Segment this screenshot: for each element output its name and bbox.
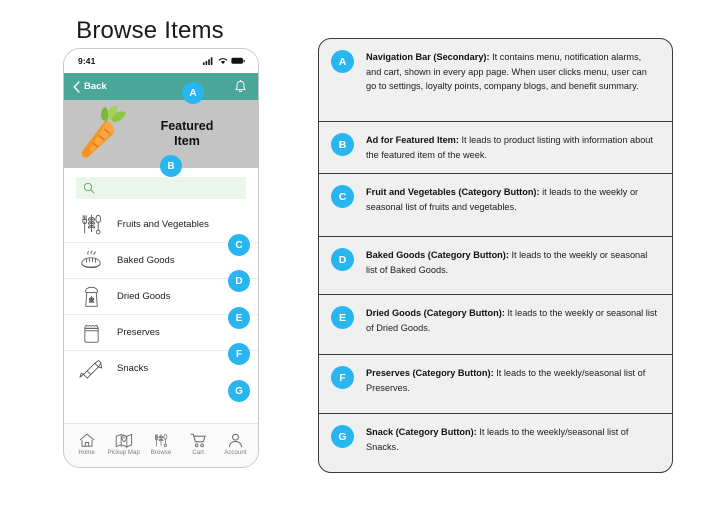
back-button[interactable]: Back xyxy=(73,80,107,93)
annotation-legend-panel: A Navigation Bar (Secondary): It contain… xyxy=(318,38,673,473)
notification-bell-icon[interactable] xyxy=(234,79,247,94)
callout-badge-b: B xyxy=(160,155,182,177)
page-title: Browse Items xyxy=(76,17,224,44)
tab-label: Browse xyxy=(150,450,172,456)
callout-badge-d: D xyxy=(228,270,250,292)
legend-badge-d: D xyxy=(331,248,354,271)
bottom-tab-bar: Home Pickup Map Browse Cart Account xyxy=(64,423,258,467)
status-bar: 9:41 xyxy=(64,49,258,73)
legend-badge-e: E xyxy=(331,306,354,329)
legend-text-a: Navigation Bar (Secondary): It contains … xyxy=(366,49,659,94)
tab-home[interactable]: Home xyxy=(68,433,105,456)
legend-row-b: B Ad for Featured Item: It leads to prod… xyxy=(319,121,672,173)
legend-text-g: Snack (Category Button): It leads to the… xyxy=(366,424,659,454)
search-input[interactable] xyxy=(76,177,246,199)
legend-text-c: Fruit and Vegetables (Category Button): … xyxy=(366,184,659,214)
tab-label: Cart xyxy=(192,450,205,456)
callout-badge-f: F xyxy=(228,343,250,365)
tab-cart[interactable]: Cart xyxy=(180,433,217,456)
legend-title-d: Baked Goods (Category Button): xyxy=(366,250,509,260)
category-label: Snacks xyxy=(117,363,149,374)
legend-row-g: G Snack (Category Button): It leads to t… xyxy=(319,413,672,471)
wifi-icon xyxy=(218,58,227,65)
phone-mockup-column: Browse Items 9:41 Back Featured Item Fru… xyxy=(0,0,300,515)
back-label: Back xyxy=(84,81,107,92)
featured-item-ad[interactable]: Featured Item xyxy=(64,100,258,168)
legend-text-e: Dried Goods (Category Button): It leads … xyxy=(366,305,659,335)
carrot-icon xyxy=(81,105,126,158)
legend-badge-c: C xyxy=(331,185,354,208)
status-time: 9:41 xyxy=(78,56,96,66)
legend-badge-a: A xyxy=(331,50,354,73)
secondary-navigation-bar[interactable]: Back xyxy=(64,73,258,100)
tab-account[interactable]: Account xyxy=(217,433,254,456)
snack-bar-icon xyxy=(74,359,108,379)
map-pin-icon xyxy=(115,433,132,448)
legend-row-f: F Preserves (Category Button): It leads … xyxy=(319,354,672,413)
tab-label: Pickup Map xyxy=(107,450,140,456)
legend-badge-f: F xyxy=(331,366,354,389)
grain-sack-icon xyxy=(74,285,108,309)
shopping-cart-icon xyxy=(190,433,206,448)
search-icon xyxy=(83,182,95,194)
legend-title-e: Dried Goods (Category Button): xyxy=(366,308,505,318)
callout-badge-e: E xyxy=(228,307,250,329)
legend-row-c: C Fruit and Vegetables (Category Button)… xyxy=(319,173,672,236)
tab-browse[interactable]: Browse xyxy=(142,433,179,456)
search-section xyxy=(64,168,258,206)
callout-badge-g: G xyxy=(228,380,250,402)
category-label: Baked Goods xyxy=(117,255,175,266)
legend-text-b: Ad for Featured Item: It leads to produc… xyxy=(366,132,659,162)
chevron-left-icon xyxy=(73,80,80,93)
legend-title-f: Preserves (Category Button): xyxy=(366,368,494,378)
legend-badge-b: B xyxy=(331,133,354,156)
legend-row-a: A Navigation Bar (Secondary): It contain… xyxy=(319,39,672,121)
category-label: Preserves xyxy=(117,327,160,338)
category-row-fruits-vegetables[interactable]: Fruits and Vegetables xyxy=(64,206,258,242)
phone-frame: 9:41 Back Featured Item Fruits and Veget… xyxy=(63,48,259,468)
cellular-signal-icon xyxy=(203,57,213,65)
legend-text-d: Baked Goods (Category Button): It leads … xyxy=(366,247,659,277)
battery-icon xyxy=(231,57,245,64)
legend-badge-g: G xyxy=(331,425,354,448)
callout-badge-a: A xyxy=(182,82,204,104)
legend-row-e: E Dried Goods (Category Button): It lead… xyxy=(319,294,672,354)
legend-title-g: Snack (Category Button): xyxy=(366,427,477,437)
legend-title-a: Navigation Bar (Secondary): xyxy=(366,52,490,62)
tab-pickup-map[interactable]: Pickup Map xyxy=(105,433,142,456)
legend-title-c: Fruit and Vegetables (Category Button): xyxy=(366,187,540,197)
callout-badge-c: C xyxy=(228,234,250,256)
home-icon xyxy=(79,433,94,447)
legend-text-f: Preserves (Category Button): It leads to… xyxy=(366,365,659,395)
legend-title-b: Ad for Featured Item: xyxy=(366,135,459,145)
person-icon xyxy=(228,433,242,448)
jam-jar-icon xyxy=(74,321,108,344)
category-label: Dried Goods xyxy=(117,291,171,302)
bread-loaf-icon xyxy=(74,250,108,272)
tab-label: Home xyxy=(78,450,95,456)
category-label: Fruits and Vegetables xyxy=(117,218,209,230)
tab-label: Account xyxy=(224,450,247,456)
featured-item-label: Featured Item xyxy=(160,119,214,148)
browse-produce-icon xyxy=(154,434,168,447)
fruits-vegetables-icon xyxy=(74,213,108,236)
legend-row-d: D Baked Goods (Category Button): It lead… xyxy=(319,236,672,294)
